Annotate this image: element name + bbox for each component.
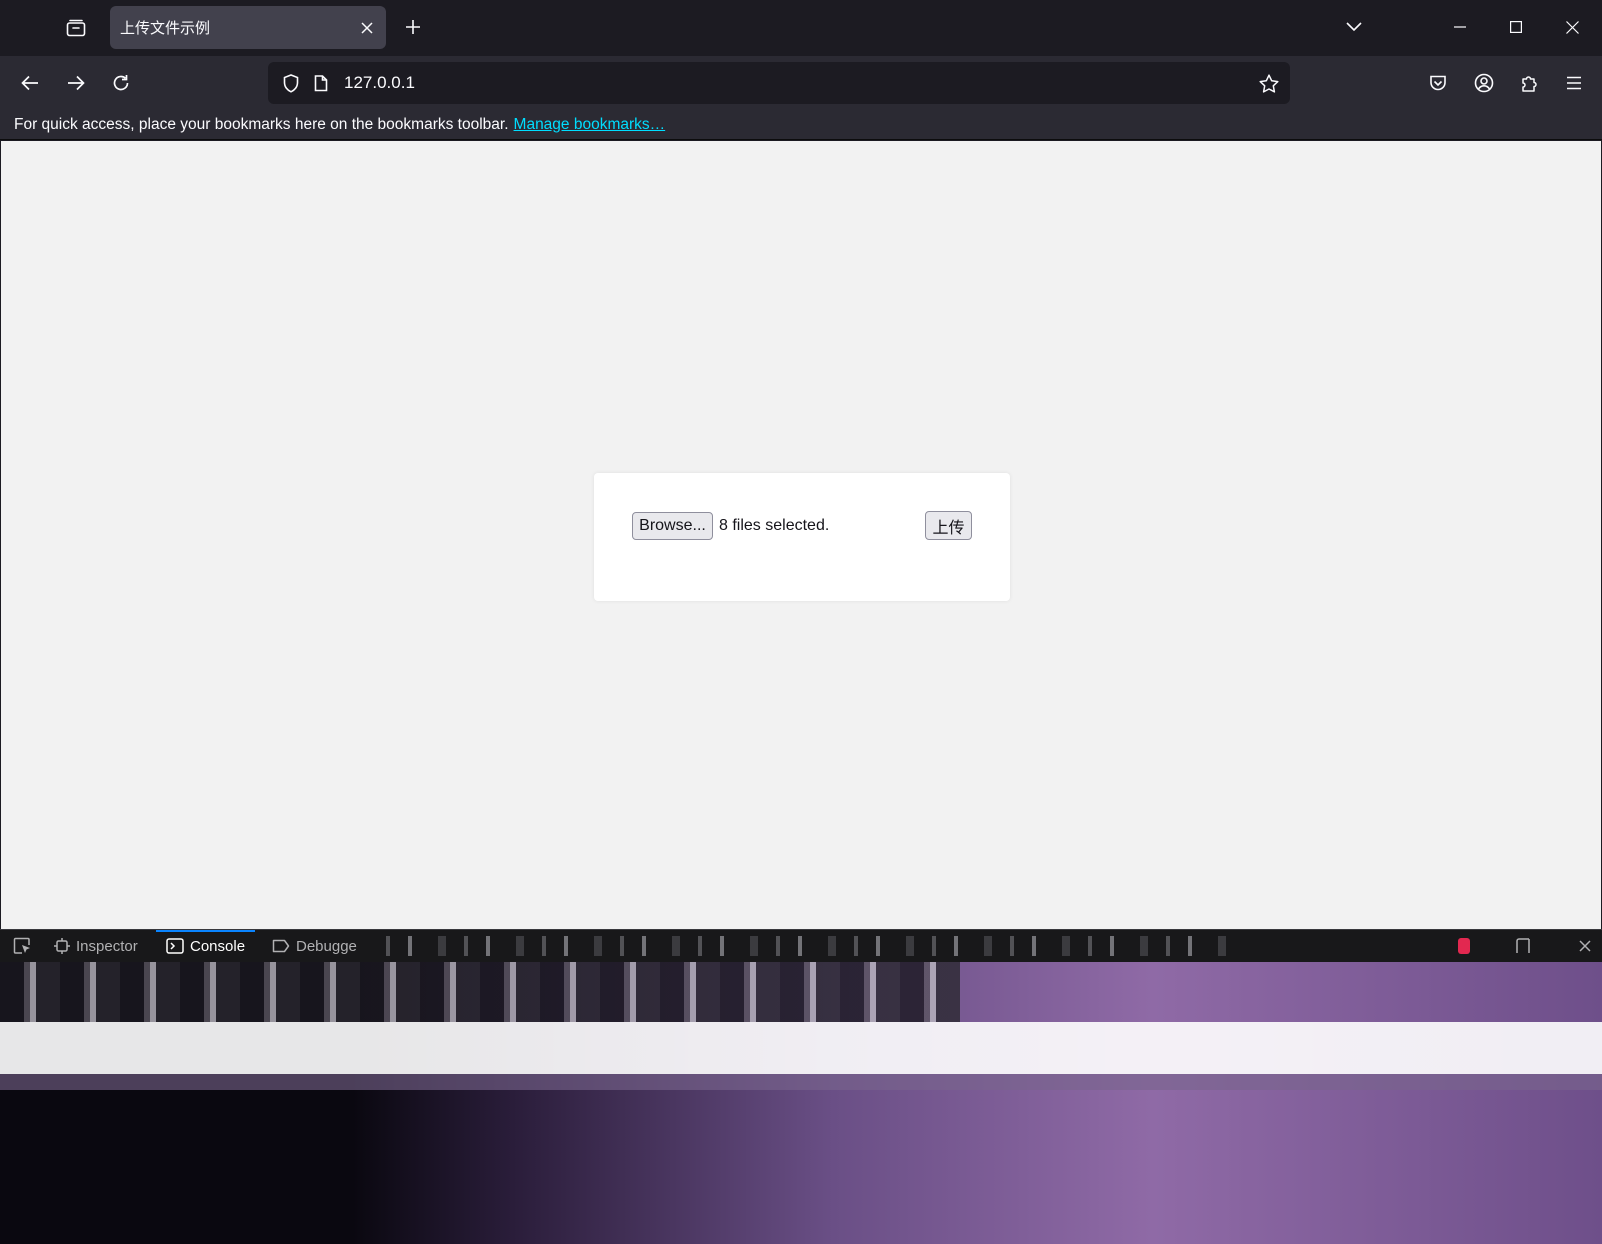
close-icon (361, 21, 373, 34)
browse-files-button[interactable]: Browse... (632, 512, 713, 540)
file-selection-status: 8 files selected. (719, 517, 830, 534)
chevron-down-icon (1346, 22, 1362, 32)
shield-icon (283, 73, 299, 93)
devtools-tab-inspector[interactable]: Inspector (54, 930, 138, 962)
pocket-icon (1430, 75, 1446, 90)
devtools-tab-debugger[interactable]: Debugge (272, 930, 357, 962)
star-icon (1259, 73, 1279, 93)
minimize-button[interactable] (1432, 0, 1488, 54)
minimize-icon (1454, 26, 1466, 28)
pocket-button[interactable] (1420, 65, 1456, 101)
browser-window: 上传文件示例 127.0.0.1 For quick access, place… (0, 0, 1602, 1244)
maximize-icon (1510, 21, 1522, 33)
upload-submit-button[interactable]: 上传 (925, 511, 972, 540)
tab-bar: 上传文件示例 (0, 0, 1602, 56)
new-tab-button[interactable] (396, 10, 430, 44)
upload-form-card: Browse... 8 files selected. 上传 (594, 473, 1010, 601)
devtools-tabs-corrupted (368, 936, 1228, 956)
tracking-protection-button[interactable] (276, 68, 306, 98)
debugger-icon (272, 939, 290, 953)
close-window-button[interactable] (1544, 0, 1600, 54)
extensions-button[interactable] (1512, 65, 1548, 101)
tab-active[interactable]: 上传文件示例 (110, 6, 386, 49)
account-icon (1474, 73, 1494, 93)
bookmarks-toolbar: For quick access, place your bookmarks h… (0, 110, 1602, 140)
element-picker-button[interactable] (8, 934, 36, 958)
site-info-button[interactable] (308, 68, 334, 98)
arrow-left-icon (21, 75, 38, 91)
close-icon (1565, 20, 1579, 34)
page-viewport: Browse... 8 files selected. 上传 (1, 141, 1601, 929)
hamburger-menu-icon (1567, 76, 1581, 90)
account-button[interactable] (1466, 65, 1502, 101)
reload-button[interactable] (103, 65, 139, 101)
bookmark-star-button[interactable] (1254, 68, 1284, 98)
console-icon (166, 938, 184, 954)
devtools-tab-label: Console (190, 937, 246, 955)
tab-title: 上传文件示例 (120, 20, 211, 37)
inspector-icon (54, 938, 70, 954)
url-bar[interactable]: 127.0.0.1 (268, 62, 1290, 104)
app-menu-button[interactable] (1556, 65, 1592, 101)
list-all-tabs-button[interactable] (1336, 10, 1372, 44)
devtools-options-button[interactable] (1510, 934, 1536, 958)
devtools-toolbar: Inspector Console Debugge (0, 930, 1602, 962)
tab-close-button[interactable] (352, 13, 382, 43)
plus-icon (406, 20, 420, 34)
devtools-panel: Inspector Console Debugge (0, 929, 1602, 1244)
error-count-icon[interactable] (1458, 938, 1470, 954)
back-button[interactable] (12, 65, 48, 101)
devtools-tab-console[interactable]: Console (155, 930, 256, 962)
devtools-tab-label: Inspector (76, 937, 138, 955)
devtools-close-button[interactable] (1572, 934, 1598, 958)
devtools-console-output-corrupted (0, 962, 1602, 1244)
reload-icon (113, 75, 129, 91)
bookmarks-empty-message: For quick access, place your bookmarks h… (14, 115, 509, 133)
pick-element-icon (13, 937, 30, 954)
dock-icon (1516, 938, 1530, 953)
forward-button[interactable] (58, 65, 94, 101)
arrow-right-icon (68, 75, 85, 91)
puzzle-icon (1522, 76, 1537, 92)
navigation-toolbar: 127.0.0.1 (0, 56, 1602, 110)
page-icon (314, 74, 328, 91)
devtools-tab-label: Debugge (296, 937, 357, 955)
maximize-button[interactable] (1488, 0, 1544, 54)
url-text[interactable]: 127.0.0.1 (344, 73, 415, 93)
manage-bookmarks-link[interactable]: Manage bookmarks… (514, 116, 666, 134)
firefox-view-button[interactable] (56, 10, 96, 46)
close-icon (1579, 940, 1591, 952)
firefox-view-icon (66, 19, 86, 37)
